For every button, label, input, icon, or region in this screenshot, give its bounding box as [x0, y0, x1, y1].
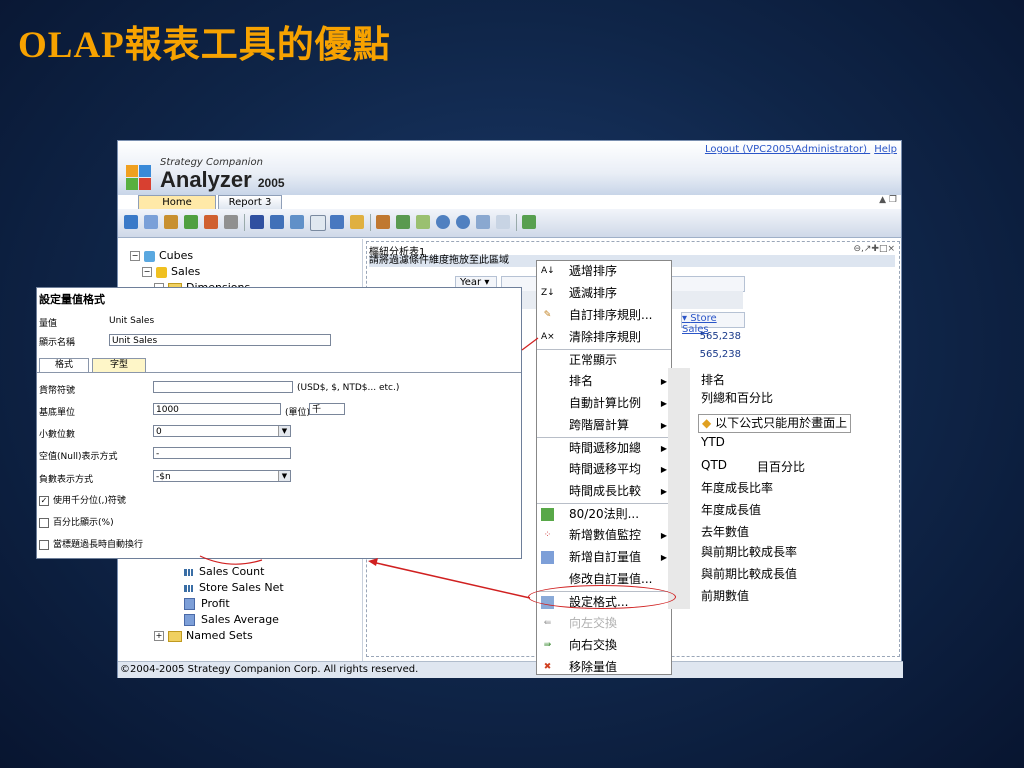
highlight-curve: [199, 555, 263, 565]
arrow-line: [371, 561, 531, 599]
annotation-arrows: [199, 337, 539, 599]
arrow-line: [521, 337, 539, 351]
arrow-head: [368, 558, 378, 566]
